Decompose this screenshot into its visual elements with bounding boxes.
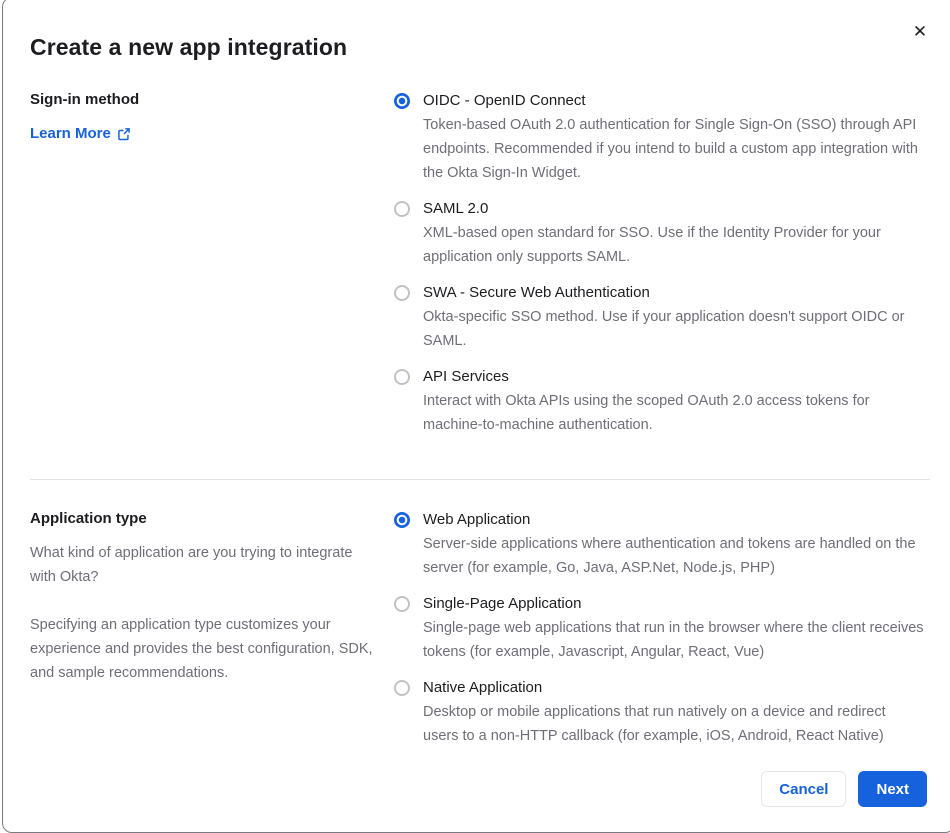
option-label: SWA - Secure Web Authentication bbox=[423, 283, 925, 303]
radio-icon[interactable] bbox=[394, 201, 410, 217]
external-link-icon bbox=[117, 127, 131, 141]
option-saml[interactable]: SAML 2.0 XML-based open standard for SSO… bbox=[394, 199, 930, 269]
option-text: Web Application Server-side applications… bbox=[423, 510, 925, 580]
learn-more-label: Learn More bbox=[30, 125, 111, 142]
option-oidc[interactable]: OIDC - OpenID Connect Token-based OAuth … bbox=[394, 91, 930, 185]
radio-icon[interactable] bbox=[394, 596, 410, 612]
option-text: OIDC - OpenID Connect Token-based OAuth … bbox=[423, 91, 925, 185]
application-type-options: Web Application Server-side applications… bbox=[394, 510, 930, 762]
option-web-application[interactable]: Web Application Server-side applications… bbox=[394, 510, 930, 580]
option-description: Token-based OAuth 2.0 authentication for… bbox=[423, 113, 925, 185]
option-api-services[interactable]: API Services Interact with Okta APIs usi… bbox=[394, 367, 930, 437]
option-text: SWA - Secure Web Authentication Okta-spe… bbox=[423, 283, 925, 353]
option-label: OIDC - OpenID Connect bbox=[423, 91, 925, 111]
application-type-description-1: What kind of application are you trying … bbox=[30, 541, 375, 589]
application-type-section: Application type What kind of applicatio… bbox=[30, 510, 930, 762]
application-type-description-2: Specifying an application type customize… bbox=[30, 613, 375, 685]
radio-icon[interactable] bbox=[394, 369, 410, 385]
option-description: Okta-specific SSO method. Use if your ap… bbox=[423, 305, 925, 353]
signin-method-section: Sign-in method Learn More bbox=[30, 91, 930, 451]
option-text: Native Application Desktop or mobile app… bbox=[423, 678, 925, 748]
option-text: Single-Page Application Single-page web … bbox=[423, 594, 925, 664]
application-type-label: Application type bbox=[30, 510, 394, 527]
option-description: Single-page web applications that run in… bbox=[423, 616, 925, 664]
option-label: API Services bbox=[423, 367, 925, 387]
option-description: Desktop or mobile applications that run … bbox=[423, 700, 925, 748]
cancel-button[interactable]: Cancel bbox=[761, 771, 846, 807]
radio-icon[interactable] bbox=[394, 512, 410, 528]
create-app-integration-dialog: ✕ Create a new app integration Sign-in m… bbox=[2, 0, 950, 833]
option-label: Web Application bbox=[423, 510, 925, 530]
option-description: XML-based open standard for SSO. Use if … bbox=[423, 221, 925, 269]
dialog-footer: Cancel Next bbox=[761, 771, 927, 807]
signin-method-left-col: Sign-in method Learn More bbox=[30, 91, 394, 451]
dialog-content: ✕ Create a new app integration Sign-in m… bbox=[3, 0, 950, 832]
dialog-title: Create a new app integration bbox=[30, 34, 930, 61]
option-label: Single-Page Application bbox=[423, 594, 925, 614]
next-button[interactable]: Next bbox=[858, 771, 927, 807]
option-single-page-application[interactable]: Single-Page Application Single-page web … bbox=[394, 594, 930, 664]
close-icon[interactable]: ✕ bbox=[910, 21, 930, 41]
option-text: SAML 2.0 XML-based open standard for SSO… bbox=[423, 199, 925, 269]
radio-icon[interactable] bbox=[394, 93, 410, 109]
application-type-left-col: Application type What kind of applicatio… bbox=[30, 510, 394, 762]
option-description: Interact with Okta APIs using the scoped… bbox=[423, 389, 925, 437]
option-label: Native Application bbox=[423, 678, 925, 698]
option-label: SAML 2.0 bbox=[423, 199, 925, 219]
option-native-application[interactable]: Native Application Desktop or mobile app… bbox=[394, 678, 930, 748]
option-swa[interactable]: SWA - Secure Web Authentication Okta-spe… bbox=[394, 283, 930, 353]
radio-icon[interactable] bbox=[394, 285, 410, 301]
radio-icon[interactable] bbox=[394, 680, 410, 696]
learn-more-link[interactable]: Learn More bbox=[30, 125, 131, 142]
section-divider bbox=[30, 479, 930, 480]
option-text: API Services Interact with Okta APIs usi… bbox=[423, 367, 925, 437]
signin-method-options: OIDC - OpenID Connect Token-based OAuth … bbox=[394, 91, 930, 451]
signin-method-label: Sign-in method bbox=[30, 91, 394, 108]
option-description: Server-side applications where authentic… bbox=[423, 532, 925, 580]
